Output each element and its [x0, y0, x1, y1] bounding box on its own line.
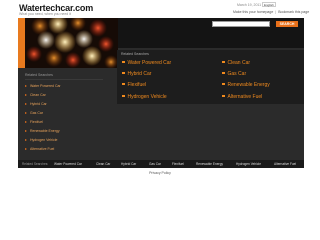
related-link[interactable]: Hydrogen Vehicle	[122, 94, 167, 100]
search-button[interactable]: SEARCH	[276, 21, 298, 27]
sidebar-item[interactable]: Flexifuel	[25, 120, 43, 124]
arrow-icon	[25, 84, 27, 87]
footer-link[interactable]: Hybrid Car	[121, 162, 136, 166]
sidebar-item-label: Alternative Fuel	[30, 147, 55, 151]
arrow-icon	[25, 111, 27, 114]
sidebar-item[interactable]: Hybrid Car	[25, 102, 47, 106]
sidebar-divider	[25, 79, 103, 80]
footer-link[interactable]: Flexifuel	[172, 162, 184, 166]
sidebar-item-label: Water Powered Car	[30, 84, 61, 88]
sidebar-item-label: Clean Car	[30, 93, 46, 97]
related-searches-title: Related Searches	[121, 52, 149, 56]
sidebar-item[interactable]: Renewable Energy	[25, 129, 60, 133]
footer-link[interactable]: Clean Car	[96, 162, 110, 166]
current-date: March 19, 2011	[237, 3, 262, 7]
sidebar-item-label: Hydrogen Vehicle	[30, 138, 58, 142]
sidebar-item[interactable]: Gas Car	[25, 111, 43, 115]
arrow-icon	[25, 102, 27, 105]
sidebar-item-label: Hybrid Car	[30, 102, 47, 106]
related-link[interactable]: Renewable Energy	[222, 82, 270, 88]
search-input[interactable]	[212, 21, 270, 27]
homepage-link[interactable]: Make this your homepage	[233, 10, 273, 14]
arrow-icon	[25, 129, 27, 132]
bookmark-link[interactable]: Bookmark this page	[278, 10, 309, 14]
footer-link[interactable]: Renewable Energy	[196, 162, 223, 166]
related-link[interactable]: Clean Car	[222, 60, 251, 66]
footer-link[interactable]: Hydrogen Vehicle	[236, 162, 261, 166]
privacy-policy-link[interactable]: Privacy Policy	[0, 171, 320, 175]
bokeh-lights-image	[25, 18, 118, 68]
sidebar-item-label: Flexifuel	[30, 120, 44, 124]
footer-link[interactable]: Water Powered Car	[54, 162, 82, 166]
sidebar-item[interactable]: Hydrogen Vehicle	[25, 138, 57, 142]
arrow-icon	[25, 93, 27, 96]
arrow-icon	[25, 147, 27, 150]
related-link[interactable]: Hybrid Car	[122, 71, 152, 77]
footer-link[interactable]: Gas Car	[149, 162, 161, 166]
sidebar-item[interactable]: Water Powered Car	[25, 84, 61, 88]
sidebar-item-label: Gas Car	[30, 111, 44, 115]
arrow-icon	[25, 138, 27, 141]
hero-image	[18, 18, 118, 68]
sidebar-item[interactable]: Alternative Fuel	[25, 147, 54, 151]
site-tagline: What you need, when you need it	[19, 12, 71, 16]
related-link[interactable]: Water Powered Car	[122, 60, 172, 66]
related-link[interactable]: Alternative Fuel	[222, 94, 263, 100]
footer-link[interactable]: Alternative Fuel	[274, 162, 296, 166]
footer-label: Related Searches:	[22, 162, 49, 166]
related-link[interactable]: Flexifuel	[122, 82, 147, 88]
arrow-icon	[25, 120, 27, 123]
link-separator: |	[275, 10, 277, 14]
related-link[interactable]: Gas Car	[222, 71, 247, 77]
top-links: Make this your homepage | Bookmark this pa…	[233, 10, 309, 14]
sidebar-item[interactable]: Clean Car	[25, 93, 46, 97]
sidebar-item-label: Renewable Energy	[30, 129, 60, 133]
sidebar-title: Related Searches	[25, 73, 53, 77]
language-select[interactable]: English	[262, 2, 276, 7]
